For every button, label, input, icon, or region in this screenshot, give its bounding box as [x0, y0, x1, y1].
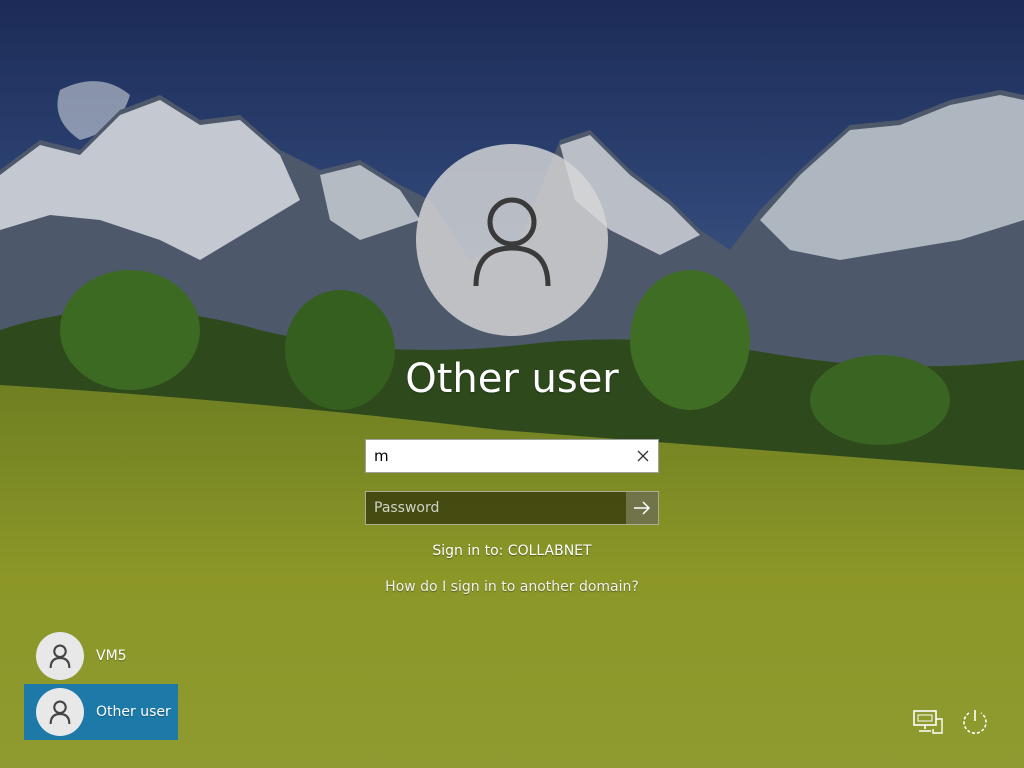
- user-icon: [49, 644, 71, 669]
- submit-button[interactable]: [626, 492, 658, 524]
- domain-help-link[interactable]: How do I sign in to another domain?: [312, 579, 712, 595]
- mini-avatar: [36, 688, 84, 736]
- username-field[interactable]: [365, 439, 659, 473]
- lock-screen: Other user Sign in to: COLLABNET How do …: [0, 0, 1024, 768]
- power-icon: [963, 710, 987, 734]
- mini-avatar: [36, 632, 84, 680]
- user-item-label: VM5: [96, 648, 127, 664]
- user-icon: [49, 700, 71, 725]
- user-avatar: [416, 144, 608, 336]
- user-item-vm5[interactable]: VM5: [24, 628, 178, 684]
- clear-button[interactable]: [634, 447, 652, 465]
- username-input[interactable]: [374, 440, 624, 472]
- network-button[interactable]: [911, 705, 945, 739]
- user-item-other-user[interactable]: Other user: [24, 684, 178, 740]
- network-icon: [913, 710, 943, 734]
- password-field[interactable]: [365, 491, 659, 525]
- password-input[interactable]: [374, 492, 624, 524]
- arrow-right-icon: [634, 501, 651, 515]
- page-title: Other user: [405, 356, 619, 402]
- sign-in-domain-text: Sign in to: COLLABNET: [432, 543, 592, 559]
- user-item-label: Other user: [96, 704, 171, 720]
- close-icon: [637, 450, 649, 462]
- power-button[interactable]: [958, 705, 992, 739]
- user-icon: [473, 197, 551, 287]
